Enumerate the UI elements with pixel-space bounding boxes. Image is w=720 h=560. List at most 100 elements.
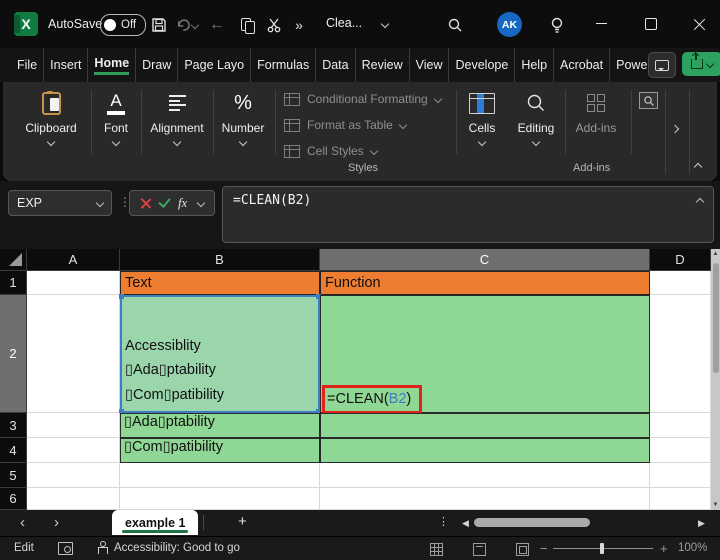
cell-c6[interactable]	[320, 488, 650, 510]
cell-a1[interactable]	[27, 271, 120, 295]
tab-review[interactable]: Review	[356, 48, 410, 82]
column-header-c[interactable]: C	[320, 249, 650, 271]
quick-access-overflow-button[interactable]: »	[288, 14, 310, 36]
cell-c1[interactable]: Function	[320, 271, 650, 295]
tab-page-layout[interactable]: Page Layo	[178, 48, 252, 82]
undo-button[interactable]	[176, 14, 200, 36]
tab-formulas[interactable]: Formulas	[251, 48, 317, 82]
vertical-scrollbar[interactable]: ▲ ▼	[711, 249, 720, 510]
cut-button[interactable]	[263, 14, 285, 36]
tab-home[interactable]: Home	[88, 48, 137, 82]
vertical-scroll-thumb[interactable]	[712, 263, 719, 373]
page-break-view-button[interactable]	[516, 543, 529, 556]
format-as-table-button[interactable]: Format as Table	[284, 116, 460, 134]
title-dropdown-chevron[interactable]	[380, 19, 390, 29]
cell-a6[interactable]	[27, 488, 120, 510]
prev-sheet-button[interactable]: ‹	[20, 515, 25, 530]
horizontal-scroll-thumb[interactable]	[474, 518, 590, 527]
share-button[interactable]	[682, 52, 720, 76]
normal-view-button[interactable]	[430, 543, 443, 556]
tab-help[interactable]: Help	[515, 48, 555, 82]
name-box[interactable]: EXP	[8, 190, 112, 216]
cell-b1[interactable]: Text	[120, 271, 320, 295]
zoom-in-button[interactable]: +	[660, 541, 668, 556]
cell-d1[interactable]	[650, 271, 711, 295]
row-header-5[interactable]: 5	[0, 463, 27, 488]
formula-bar-collapse-chevron[interactable]	[695, 197, 705, 207]
cell-c2[interactable]: =CLEAN(B2)	[320, 295, 650, 414]
page-layout-view-button[interactable]	[473, 543, 486, 556]
cell-a3[interactable]	[27, 413, 120, 438]
sheet-tab-example-1[interactable]: example 1	[112, 510, 199, 535]
number-group-button[interactable]: % Number	[215, 90, 271, 147]
autosave-toggle[interactable]: Off	[100, 14, 146, 36]
cell-d6[interactable]	[650, 488, 711, 510]
cancel-entry-button[interactable]	[140, 198, 151, 209]
tab-developer[interactable]: Develope	[449, 48, 516, 82]
add-sheet-button[interactable]: +	[238, 513, 247, 530]
tab-insert[interactable]: Insert	[44, 48, 89, 82]
zoom-slider-thumb[interactable]	[600, 543, 604, 554]
row-header-3[interactable]: 3	[0, 413, 27, 438]
cell-b4[interactable]: ▯Com▯patibility	[120, 438, 320, 463]
cell-d2[interactable]	[650, 295, 711, 413]
cells-group-button[interactable]: Cells	[459, 90, 505, 147]
addins-group-button[interactable]: Add-ins	[567, 90, 625, 135]
cell-b2[interactable]: Accessiblity ▯Ada▯ptability ▯Com▯patibil…	[119, 294, 321, 414]
formula-input[interactable]: =CLEAN(B2)	[222, 186, 714, 243]
cell-c4[interactable]	[320, 438, 650, 463]
close-button[interactable]	[693, 17, 706, 31]
tab-file[interactable]: File	[10, 48, 45, 82]
clipboard-group-button[interactable]: Clipboard	[13, 90, 89, 147]
cell-b5[interactable]	[120, 463, 320, 488]
scroll-down-icon[interactable]: ▼	[713, 502, 719, 508]
tab-view[interactable]: View	[410, 48, 450, 82]
cell-d4[interactable]	[650, 438, 711, 463]
row-header-6[interactable]: 6	[0, 488, 27, 510]
select-all-button[interactable]	[0, 249, 27, 271]
back-button[interactable]: ←	[206, 14, 228, 36]
macro-record-icon[interactable]	[58, 542, 73, 555]
cell-d5[interactable]	[650, 463, 711, 488]
column-header-d[interactable]: D	[650, 249, 711, 271]
ribbon-overflow-chevron[interactable]	[670, 124, 680, 134]
copy-button[interactable]	[236, 14, 258, 36]
cell-a2[interactable]	[27, 295, 120, 413]
row-header-2[interactable]: 2	[0, 295, 27, 413]
font-group-button[interactable]: A Font	[93, 90, 139, 147]
zoom-out-button[interactable]: −	[540, 541, 548, 556]
row-header-1[interactable]: 1	[0, 271, 27, 295]
column-header-a[interactable]: A	[27, 249, 120, 271]
accessibility-status[interactable]: Accessibility: Good to go	[114, 542, 240, 554]
tab-draw[interactable]: Draw	[136, 48, 179, 82]
next-sheet-button[interactable]: ›	[54, 515, 59, 530]
excel-app-icon[interactable]: X	[14, 12, 38, 36]
account-avatar[interactable]: AK	[497, 12, 522, 37]
cell-a4[interactable]	[27, 438, 120, 463]
zoom-level[interactable]: 100%	[678, 542, 707, 554]
scroll-up-icon[interactable]: ▲	[713, 251, 719, 257]
collapse-ribbon-chevron[interactable]	[693, 162, 703, 172]
cell-styles-button[interactable]: Cell Styles	[284, 142, 460, 160]
sheet-options-grip[interactable]: ⋮	[438, 515, 449, 528]
column-header-b[interactable]: B	[120, 249, 320, 271]
save-button[interactable]	[148, 14, 170, 36]
alignment-group-button[interactable]: Alignment	[143, 90, 211, 147]
tell-me-button[interactable]	[546, 14, 568, 36]
tab-acrobat[interactable]: Acrobat	[554, 48, 611, 82]
hscroll-right-icon[interactable]: ▶	[698, 518, 705, 529]
hscroll-left-icon[interactable]: ◀	[462, 518, 469, 529]
document-title[interactable]: Clea...	[326, 16, 362, 30]
cell-c3[interactable]	[320, 413, 650, 438]
cell-c5[interactable]	[320, 463, 650, 488]
confirm-entry-button[interactable]	[157, 195, 171, 208]
tab-data[interactable]: Data	[316, 48, 356, 82]
cell-b6[interactable]	[120, 488, 320, 510]
conditional-formatting-button[interactable]: Conditional Formatting	[284, 90, 460, 108]
fx-chevron[interactable]	[196, 198, 205, 208]
analyze-data-button[interactable]	[639, 92, 658, 109]
row-header-4[interactable]: 4	[0, 438, 27, 463]
cell-d3[interactable]	[650, 413, 711, 438]
editing-group-button[interactable]: Editing	[509, 90, 563, 147]
cell-a5[interactable]	[27, 463, 120, 488]
